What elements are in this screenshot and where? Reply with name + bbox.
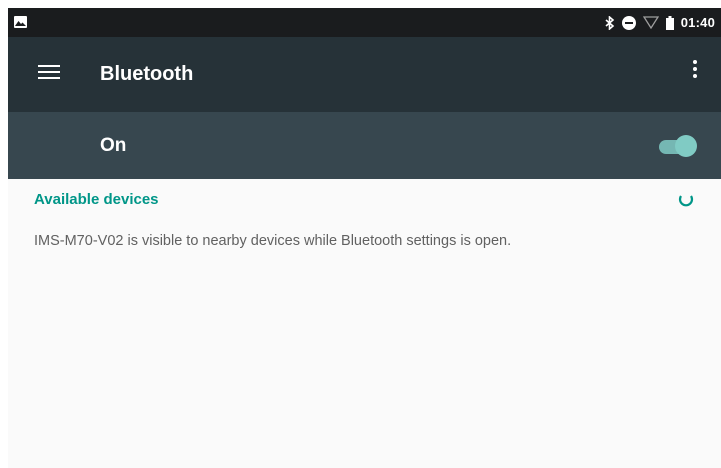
status-clock: 01:40 (680, 15, 715, 30)
menu-icon[interactable] (38, 65, 60, 83)
do-not-disturb-icon (621, 15, 636, 30)
bluetooth-switch-bar[interactable]: On (8, 112, 721, 179)
image-notification-icon (14, 16, 27, 28)
switch-label: On (100, 135, 127, 156)
page-title: Bluetooth (100, 63, 194, 85)
status-bar: 01:40 (8, 8, 721, 37)
more-vert-icon[interactable] (691, 60, 699, 82)
bluetooth-toggle[interactable] (657, 135, 697, 157)
visibility-text: IMS-M70-V02 is visible to nearby devices… (34, 233, 512, 249)
screen: 01:40 Bluetooth On Available devices IMS… (8, 8, 721, 468)
available-devices-header: Available devices (34, 191, 159, 208)
progress-spinner-icon (678, 191, 694, 207)
app-toolbar: Bluetooth (8, 37, 721, 112)
wifi-icon (642, 16, 659, 29)
bluetooth-icon (605, 15, 615, 30)
battery-icon (665, 15, 674, 30)
status-icons: 01:40 (605, 8, 715, 37)
toggle-thumb (675, 135, 697, 157)
